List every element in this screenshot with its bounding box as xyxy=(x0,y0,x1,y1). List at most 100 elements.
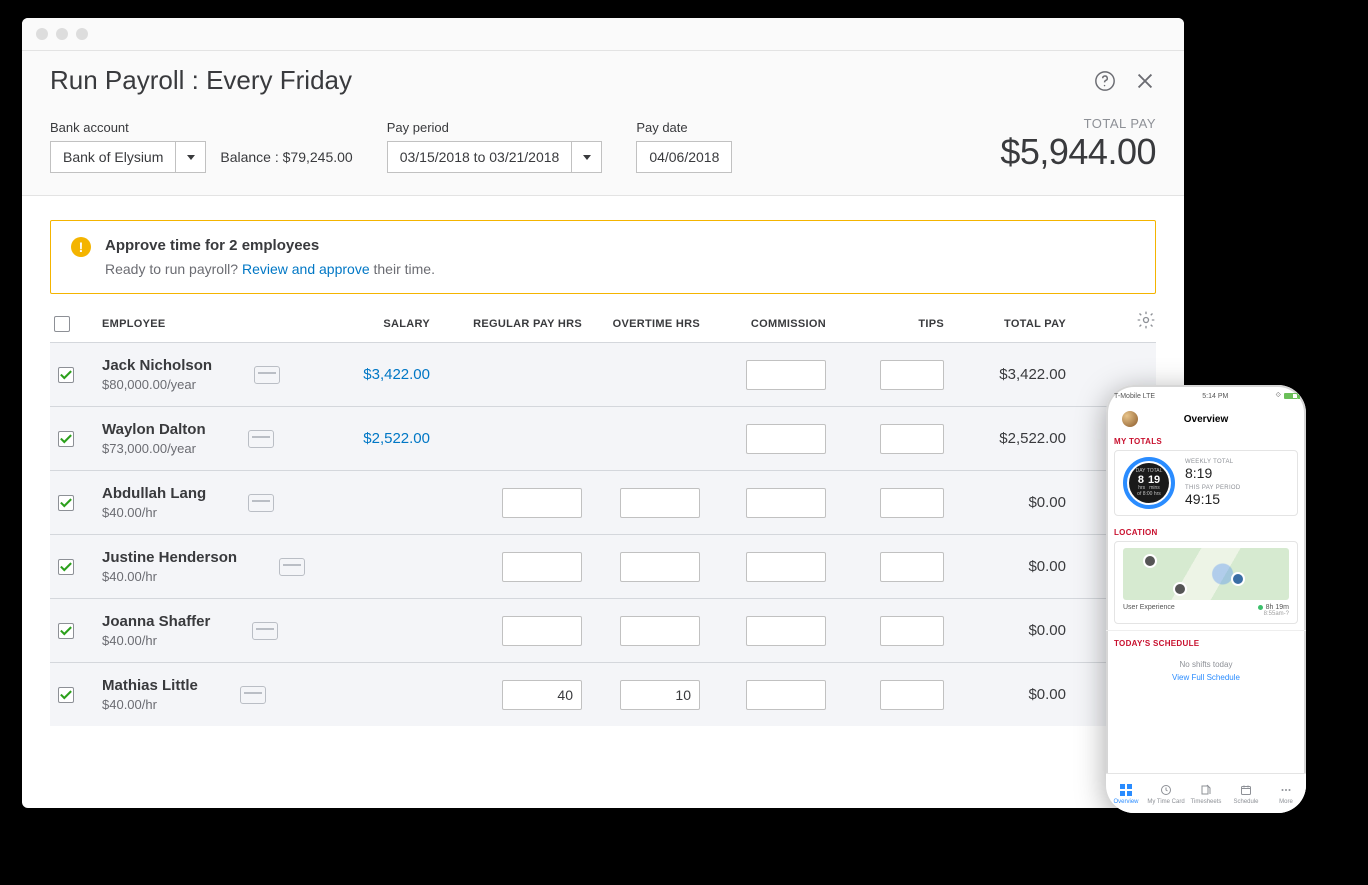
pay-date-control: Pay date 04/06/2018 xyxy=(636,120,732,173)
col-overtime: OVERTIME HRS xyxy=(590,308,708,343)
col-total: TOTAL PAY xyxy=(952,308,1074,343)
row-total: $0.00 xyxy=(952,535,1074,599)
avatar[interactable] xyxy=(1122,411,1138,427)
phone-mockup: T-Mobile LTE 5:14 PM ⟐ Overview MY TOTAL… xyxy=(1106,385,1306,813)
tips-input[interactable] xyxy=(880,680,944,710)
row-total: $0.00 xyxy=(952,663,1074,727)
pay-date-label: Pay date xyxy=(636,120,732,135)
salary-link[interactable]: $2,522.00 xyxy=(363,430,430,447)
total-pay-value: $5,944.00 xyxy=(1000,131,1156,173)
traffic-light-min[interactable] xyxy=(56,28,68,40)
tips-input[interactable] xyxy=(880,552,944,582)
row-checkbox[interactable] xyxy=(58,623,74,639)
employee-rate: $80,000.00/year xyxy=(102,377,212,392)
no-shifts-text: No shifts today xyxy=(1114,652,1298,673)
payment-method-icon[interactable] xyxy=(279,558,305,576)
tab-overview[interactable]: Overview xyxy=(1106,774,1146,813)
commission-input[interactable] xyxy=(746,680,826,710)
total-pay-label: TOTAL PAY xyxy=(1000,116,1156,131)
overtime-hours-input[interactable] xyxy=(620,552,700,582)
tab-schedule[interactable]: Schedule xyxy=(1226,774,1266,813)
row-total: $3,422.00 xyxy=(952,343,1074,407)
overtime-hours-input[interactable] xyxy=(620,488,700,518)
pay-period-select[interactable]: 03/15/2018 to 03/21/2018 xyxy=(387,141,603,173)
location-timerange: 8:55am-? xyxy=(1258,611,1289,617)
overtime-hours-input[interactable] xyxy=(620,616,700,646)
close-icon[interactable] xyxy=(1134,70,1156,92)
salary-link[interactable]: $3,422.00 xyxy=(363,366,430,383)
alert-title: Approve time for 2 employees xyxy=(105,237,319,254)
table-row: Justine Henderson $40.00/hr $0.00 xyxy=(50,535,1156,599)
location-name: User Experience xyxy=(1123,604,1175,617)
payment-method-icon[interactable] xyxy=(254,366,280,384)
table-row: Waylon Dalton $73,000.00/year $2,522.00$… xyxy=(50,407,1156,471)
payment-method-icon[interactable] xyxy=(252,622,278,640)
tips-input[interactable] xyxy=(880,616,944,646)
alert-subtext: Ready to run payroll? Review and approve… xyxy=(105,261,435,277)
table-row: Mathias Little $40.00/hr $0.00 xyxy=(50,663,1156,727)
location-duration: 8h 19m xyxy=(1266,604,1289,611)
calendar-icon xyxy=(1239,783,1253,797)
bank-account-label: Bank account xyxy=(50,120,353,135)
approve-time-alert: ! Approve time for 2 employees Ready to … xyxy=(50,220,1156,294)
payment-method-icon[interactable] xyxy=(248,430,274,448)
payroll-table: EMPLOYEE SALARY REGULAR PAY HRS OVERTIME… xyxy=(50,308,1156,726)
phone-appbar: Overview xyxy=(1114,407,1298,431)
payment-method-icon[interactable] xyxy=(240,686,266,704)
col-salary: SALARY xyxy=(330,308,438,343)
location-map[interactable] xyxy=(1123,548,1289,600)
col-tips: TIPS xyxy=(834,308,952,343)
regular-hours-input[interactable] xyxy=(502,616,582,646)
commission-input[interactable] xyxy=(746,488,826,518)
tab-timesheets[interactable]: Timesheets xyxy=(1186,774,1226,813)
schedule-label: TODAY'S SCHEDULE xyxy=(1114,633,1298,652)
row-checkbox[interactable] xyxy=(58,431,74,447)
tab-timecard[interactable]: My Time Card xyxy=(1146,774,1186,813)
col-commission: COMMISSION xyxy=(708,308,834,343)
timesheets-icon xyxy=(1199,783,1213,797)
tab-more[interactable]: More xyxy=(1266,774,1306,813)
regular-hours-input[interactable] xyxy=(502,680,582,710)
phone-time: 5:14 PM xyxy=(1202,393,1228,400)
bank-account-select[interactable]: Bank of Elysium xyxy=(50,141,206,173)
row-total: $2,522.00 xyxy=(952,407,1074,471)
review-approve-link[interactable]: Review and approve xyxy=(242,261,370,277)
tips-input[interactable] xyxy=(880,424,944,454)
table-row: Abdullah Lang $40.00/hr $0.00 xyxy=(50,471,1156,535)
status-dot-icon xyxy=(1258,605,1263,610)
clock-icon xyxy=(1159,783,1173,797)
commission-input[interactable] xyxy=(746,552,826,582)
bank-balance: Balance : $79,245.00 xyxy=(220,149,352,165)
row-checkbox[interactable] xyxy=(58,495,74,511)
tips-input[interactable] xyxy=(880,360,944,390)
regular-hours-input[interactable] xyxy=(502,488,582,518)
payment-method-icon[interactable] xyxy=(248,494,274,512)
phone-title: Overview xyxy=(1184,414,1228,425)
employee-name: Waylon Dalton xyxy=(102,421,206,438)
map-pin-icon xyxy=(1143,554,1157,568)
row-checkbox[interactable] xyxy=(58,367,74,383)
overtime-hours-input[interactable] xyxy=(620,680,700,710)
chevron-down-icon xyxy=(175,142,205,172)
pay-date-value: 04/06/2018 xyxy=(649,149,719,165)
row-checkbox[interactable] xyxy=(58,559,74,575)
regular-hours-input[interactable] xyxy=(502,552,582,582)
row-checkbox[interactable] xyxy=(58,687,74,703)
commission-input[interactable] xyxy=(746,424,826,454)
select-all-checkbox[interactable] xyxy=(54,316,70,332)
pay-date-input[interactable]: 04/06/2018 xyxy=(636,141,732,173)
view-full-schedule-link[interactable]: View Full Schedule xyxy=(1114,673,1298,684)
window-titlebar xyxy=(22,18,1184,51)
tips-input[interactable] xyxy=(880,488,944,518)
help-icon[interactable] xyxy=(1094,70,1116,92)
bank-account-control: Bank account Bank of Elysium Balance : $… xyxy=(50,120,353,173)
gear-icon[interactable] xyxy=(1136,310,1156,335)
commission-input[interactable] xyxy=(746,360,826,390)
commission-input[interactable] xyxy=(746,616,826,646)
traffic-light-close[interactable] xyxy=(36,28,48,40)
payperiod-value: 49:15 xyxy=(1185,491,1289,507)
traffic-light-max[interactable] xyxy=(76,28,88,40)
page-header: Run Payroll : Every Friday B xyxy=(22,51,1184,196)
page-title: Run Payroll : Every Friday xyxy=(50,65,352,96)
day-total-ring: DAY TOTAL 819 hrsmins of 8:00 hrs xyxy=(1123,457,1175,509)
